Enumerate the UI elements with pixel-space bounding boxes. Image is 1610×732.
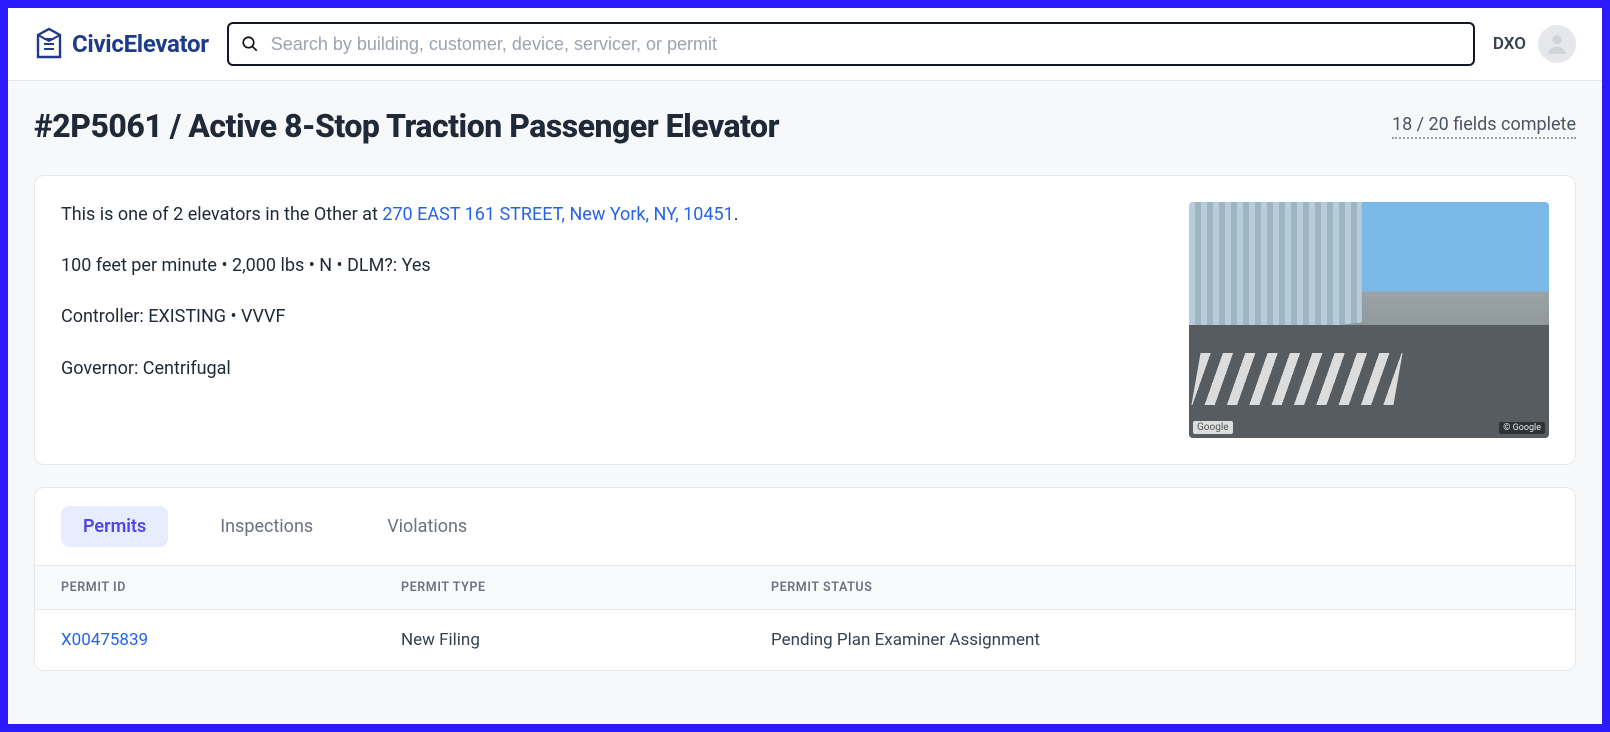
permit-id-link[interactable]: X00475839 bbox=[61, 630, 148, 650]
summary-intro: This is one of 2 elevators in the Other … bbox=[61, 202, 1163, 227]
building-icon bbox=[34, 27, 64, 61]
top-bar: CivicElevator DXO bbox=[8, 8, 1602, 81]
col-header-permit-id: PERMIT ID bbox=[61, 580, 401, 595]
user-initials: DXO bbox=[1493, 34, 1526, 54]
tab-inspections[interactable]: Inspections bbox=[198, 506, 335, 547]
table-row: X00475839 New Filing Pending Plan Examin… bbox=[35, 610, 1575, 670]
brand-name: CivicElevator bbox=[72, 30, 209, 58]
search-container bbox=[227, 22, 1475, 66]
page-header: #2P5061 / Active 8-Stop Traction Passeng… bbox=[8, 81, 1602, 175]
details-card: Permits Inspections Violations PERMIT ID… bbox=[34, 487, 1576, 671]
search-icon bbox=[241, 35, 259, 53]
streetview-copyright: © Google bbox=[1499, 422, 1545, 434]
streetview-provider: Google bbox=[1193, 421, 1233, 434]
permit-type-cell: New Filing bbox=[401, 630, 771, 650]
permit-status-cell: Pending Plan Examiner Assignment bbox=[771, 630, 1549, 650]
summary-controller: Controller: EXISTING • VVVF bbox=[61, 304, 1163, 329]
permits-table-header: PERMIT ID PERMIT TYPE PERMIT STATUS bbox=[35, 565, 1575, 610]
search-input[interactable] bbox=[227, 22, 1475, 66]
avatar bbox=[1538, 25, 1576, 63]
page-title: #2P5061 / Active 8-Stop Traction Passeng… bbox=[34, 107, 779, 145]
device-summary-text: This is one of 2 elevators in the Other … bbox=[61, 202, 1163, 381]
summary-specs: 100 feet per minute • 2,000 lbs • N • DL… bbox=[61, 253, 1163, 278]
col-header-permit-status: PERMIT STATUS bbox=[771, 580, 1549, 595]
tab-permits[interactable]: Permits bbox=[61, 506, 168, 547]
col-header-permit-type: PERMIT TYPE bbox=[401, 580, 771, 595]
summary-intro-prefix: This is one of 2 elevators in the Other … bbox=[61, 204, 382, 225]
streetview-image[interactable]: Google © Google bbox=[1189, 202, 1549, 438]
brand-logo[interactable]: CivicElevator bbox=[34, 27, 209, 61]
user-menu[interactable]: DXO bbox=[1493, 25, 1576, 63]
fields-complete-indicator[interactable]: 18 / 20 fields complete bbox=[1392, 114, 1576, 139]
tab-violations[interactable]: Violations bbox=[365, 506, 489, 547]
device-summary-card: This is one of 2 elevators in the Other … bbox=[34, 175, 1576, 465]
summary-governor: Governor: Centrifugal bbox=[61, 356, 1163, 381]
summary-intro-suffix: . bbox=[734, 204, 739, 225]
tabs-row: Permits Inspections Violations bbox=[35, 488, 1575, 565]
address-link[interactable]: 270 EAST 161 STREET, New York, NY, 10451 bbox=[382, 204, 733, 225]
